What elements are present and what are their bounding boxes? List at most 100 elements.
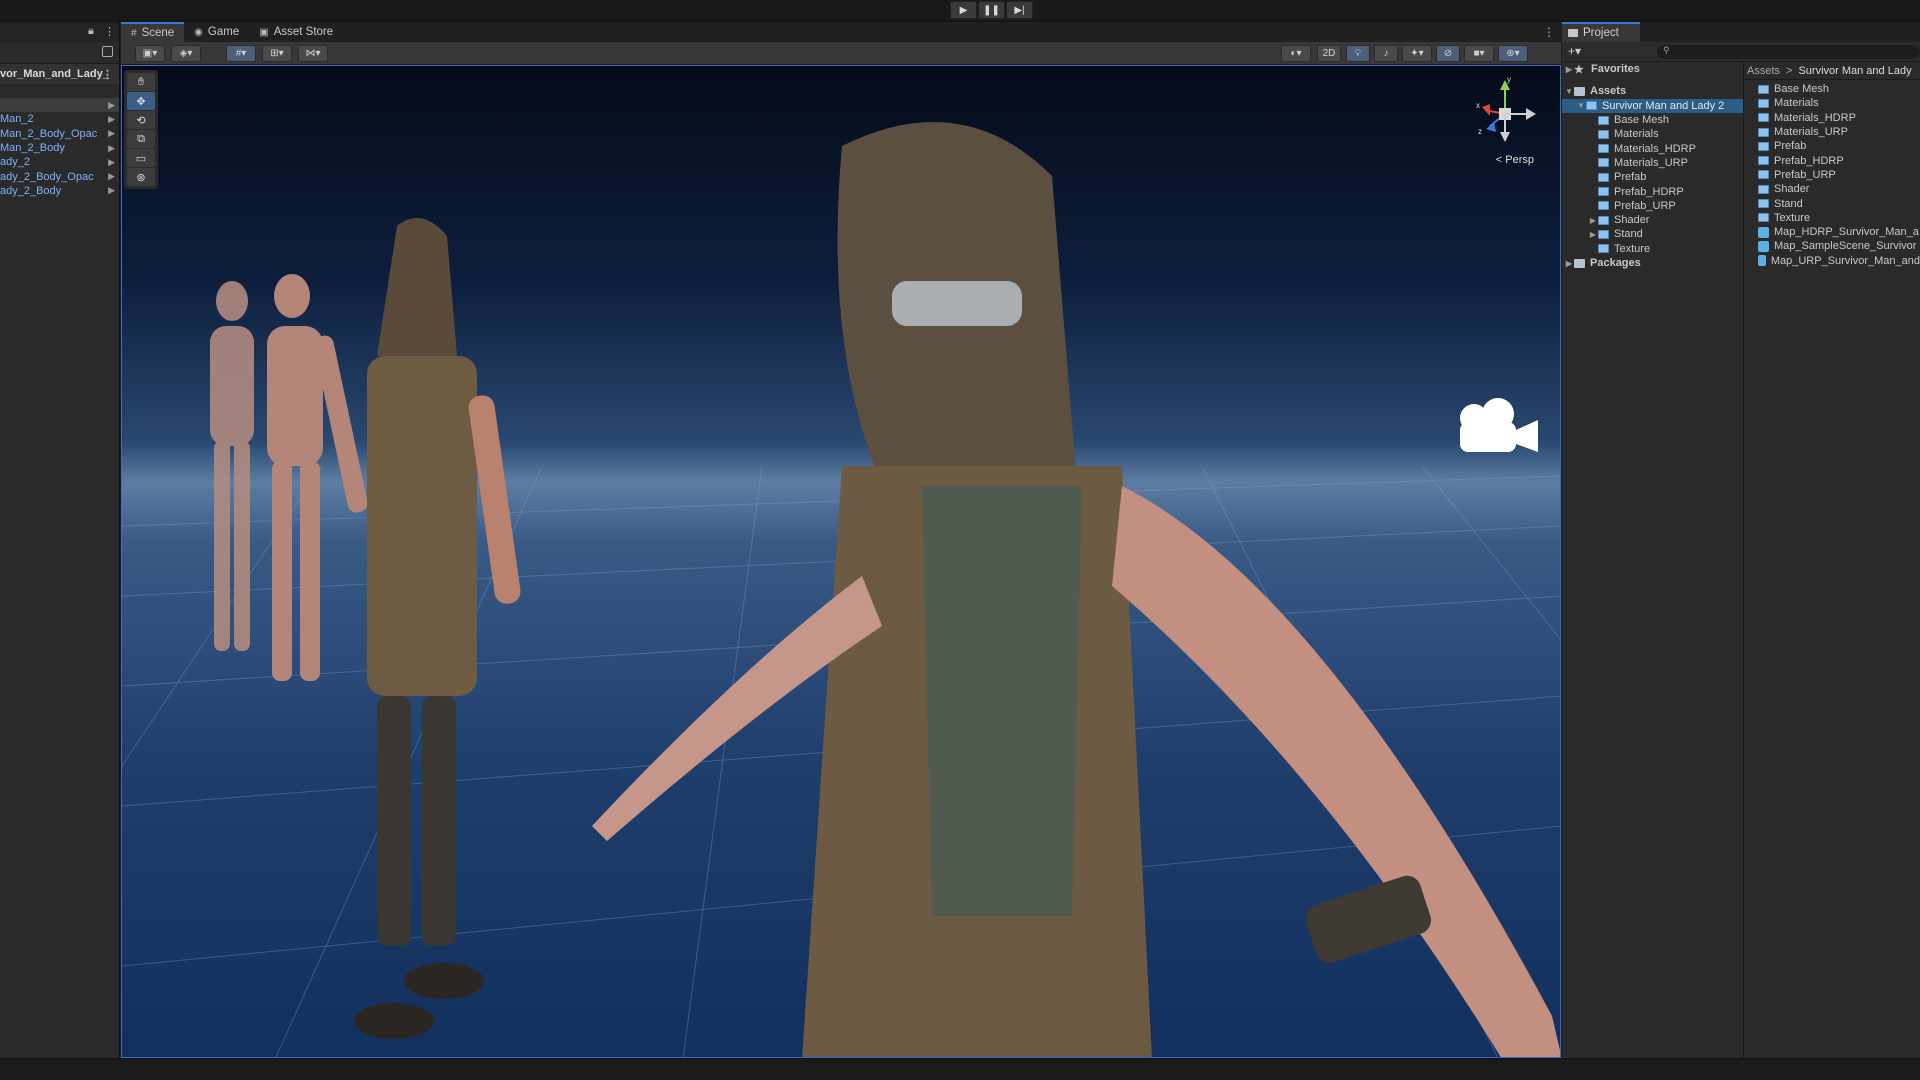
rect-tool-icon[interactable]: ▭ [127,149,155,167]
collapse-arrow-icon[interactable]: ▶ [1564,65,1574,74]
expand-arrow-icon[interactable]: ▼ [1564,87,1574,96]
asset-item[interactable]: Map_URP_Survivor_Man_and [1745,254,1920,268]
tab-label: Scene [141,27,175,39]
more-menu-icon[interactable]: ⋮ [104,25,115,38]
effects-dropdown[interactable]: ✦▾ [1402,45,1432,62]
tree-assets[interactable]: ▼ Assets [1562,84,1743,98]
scene-viewport[interactable]: ✋︎ ✥ ⟲ ⧉ ▭ ⊛ y x z < Persp [121,65,1561,1058]
orientation-dropdown[interactable]: ◐▾ [1281,45,1311,62]
hierarchy-item[interactable]: ▶ [0,98,119,113]
folder-icon [1598,244,1609,254]
breadcrumb-current[interactable]: Survivor Man and Lady [1798,65,1911,77]
pause-button[interactable]: ❚❚ [978,1,1005,19]
collapse-arrow-icon[interactable]: ▶ [1588,230,1598,239]
tab-asset-store[interactable]: ▣ Asset Store [249,22,343,42]
gizmos-dropdown[interactable]: ⊕▾ [1498,45,1528,62]
expand-arrow-icon[interactable]: ▶ [108,143,115,154]
draw-mode-dropdown[interactable]: ▣▾ [135,45,165,62]
asset-item[interactable]: Map_SampleScene_Survivor [1745,239,1920,253]
hierarchy-item[interactable]: Man_2_Body_Opac ▶ [0,127,119,141]
tree-subfolder[interactable]: ▶ Shader [1562,213,1743,227]
step-button[interactable]: ▶| [1006,1,1033,19]
camera-dropdown[interactable]: ■▾ [1464,45,1494,62]
asset-item[interactable]: Prefab_URP [1745,168,1920,182]
hierarchy-toolbar [0,42,119,64]
tab-game[interactable]: ◉ Game [184,22,249,42]
tree-subfolder[interactable]: Materials_HDRP [1562,141,1743,155]
tree-subfolder[interactable]: Prefab_URP [1562,199,1743,213]
character-lady-clothed[interactable] [592,122,1561,1058]
play-button[interactable]: ▶ [950,1,977,19]
hierarchy-item[interactable]: ady_2 ▶ [0,155,119,169]
camera-icon[interactable] [1452,396,1542,456]
asset-item[interactable]: Stand [1745,196,1920,210]
create-asset-button[interactable]: +▾ [1568,44,1581,58]
shading-dropdown[interactable]: ◈▾ [171,45,201,62]
lighting-toggle[interactable]: 💡︎ [1346,45,1370,62]
scale-tool-icon[interactable]: ⧉ [127,130,155,148]
hidden-objects-toggle[interactable]: ⊘ [1436,45,1460,62]
tree-packages[interactable]: ▶ Packages [1562,256,1743,270]
move-tool-icon[interactable]: ✥ [127,92,155,110]
asset-item[interactable]: Materials_URP [1745,125,1920,139]
expand-arrow-icon[interactable]: ▶ [108,100,115,111]
collapse-arrow-icon[interactable]: ▶ [1564,259,1574,268]
scene-menu-icon[interactable]: ⋮ [102,68,113,81]
asset-item[interactable]: Map_HDRP_Survivor_Man_a [1745,225,1920,239]
tab-label: Project [1583,27,1619,39]
tree-subfolder[interactable]: ▶ Stand [1562,227,1743,241]
tab-project[interactable]: Project [1562,22,1640,42]
folder-icon [1758,113,1769,123]
tree-favorites[interactable]: ▶ ★ Favorites [1562,62,1743,76]
asset-item[interactable]: Prefab_HDRP [1745,153,1920,167]
project-toolbar: +▾ ⚲ [1562,42,1920,62]
asset-item[interactable]: Base Mesh [1745,82,1920,96]
tree-subfolder[interactable]: Prefab_HDRP [1562,184,1743,198]
hierarchy-item[interactable]: ady_2_Body ▶ [0,184,119,198]
asset-item[interactable]: Prefab [1745,139,1920,153]
character-man-nude-back[interactable] [210,281,254,651]
gizmo-x-cone[interactable] [1482,104,1490,116]
create-icon[interactable] [102,46,113,57]
tab-scene[interactable]: # Scene [121,22,185,42]
transform-tool-icon[interactable]: ⊛ [127,168,155,186]
increment-snap-dropdown[interactable]: ⋈▾ [298,45,328,62]
expand-arrow-icon[interactable]: ▶ [108,185,115,196]
project-search-input[interactable]: ⚲ [1657,45,1920,59]
projection-label[interactable]: < Persp [1496,154,1534,166]
tree-subfolder[interactable]: Materials [1562,127,1743,141]
expand-arrow-icon[interactable]: ▼ [1576,101,1586,110]
expand-arrow-icon[interactable]: ▶ [108,128,115,139]
character-man-nude-front[interactable] [267,274,369,681]
scene-menu-icon[interactable]: ⋮ [1543,25,1555,39]
hand-tool-icon[interactable]: ✋︎ [127,73,155,91]
asset-label: Shader [1774,183,1810,196]
gizmo-neg-y-cone[interactable] [1500,132,1510,142]
tree-subfolder[interactable]: Base Mesh [1562,113,1743,127]
tree-subfolder[interactable]: Texture [1562,242,1743,256]
asset-item[interactable]: Shader [1745,182,1920,196]
tree-survivor-folder[interactable]: ▼ Survivor Man and Lady 2 [1562,98,1743,113]
tree-subfolder[interactable]: Prefab [1562,170,1743,184]
hierarchy-item[interactable]: Man_2 ▶ [0,112,119,126]
character-man-clothed[interactable] [354,218,522,1039]
rotate-tool-icon[interactable]: ⟲ [127,111,155,129]
expand-arrow-icon[interactable]: ▶ [108,171,115,182]
asset-item[interactable]: Materials_HDRP [1745,111,1920,125]
audio-toggle[interactable]: ♪ [1374,45,1398,62]
hierarchy-scene-header[interactable]: vor_Man_and_Lady_ ⋮ [0,64,119,84]
lock-icon[interactable]: 🔒︎ [88,25,94,38]
tree-subfolder[interactable]: Materials_URP [1562,156,1743,170]
grid-visibility-dropdown[interactable]: ⊞▾ [262,45,292,62]
grid-snap-toggle[interactable]: #▾ [226,45,256,62]
expand-arrow-icon[interactable]: ▶ [108,114,115,125]
asset-item[interactable]: Materials [1745,96,1920,110]
mode-2d-toggle[interactable]: 2D [1317,45,1341,62]
hierarchy-item[interactable]: Man_2_Body ▶ [0,141,119,155]
breadcrumb-root[interactable]: Assets [1747,65,1780,77]
gizmo-neg-x-cone[interactable] [1526,108,1536,120]
collapse-arrow-icon[interactable]: ▶ [1588,216,1598,225]
asset-item[interactable]: Texture [1745,211,1920,225]
hierarchy-item[interactable]: ady_2_Body_Opac ▶ [0,169,119,183]
expand-arrow-icon[interactable]: ▶ [108,157,115,168]
